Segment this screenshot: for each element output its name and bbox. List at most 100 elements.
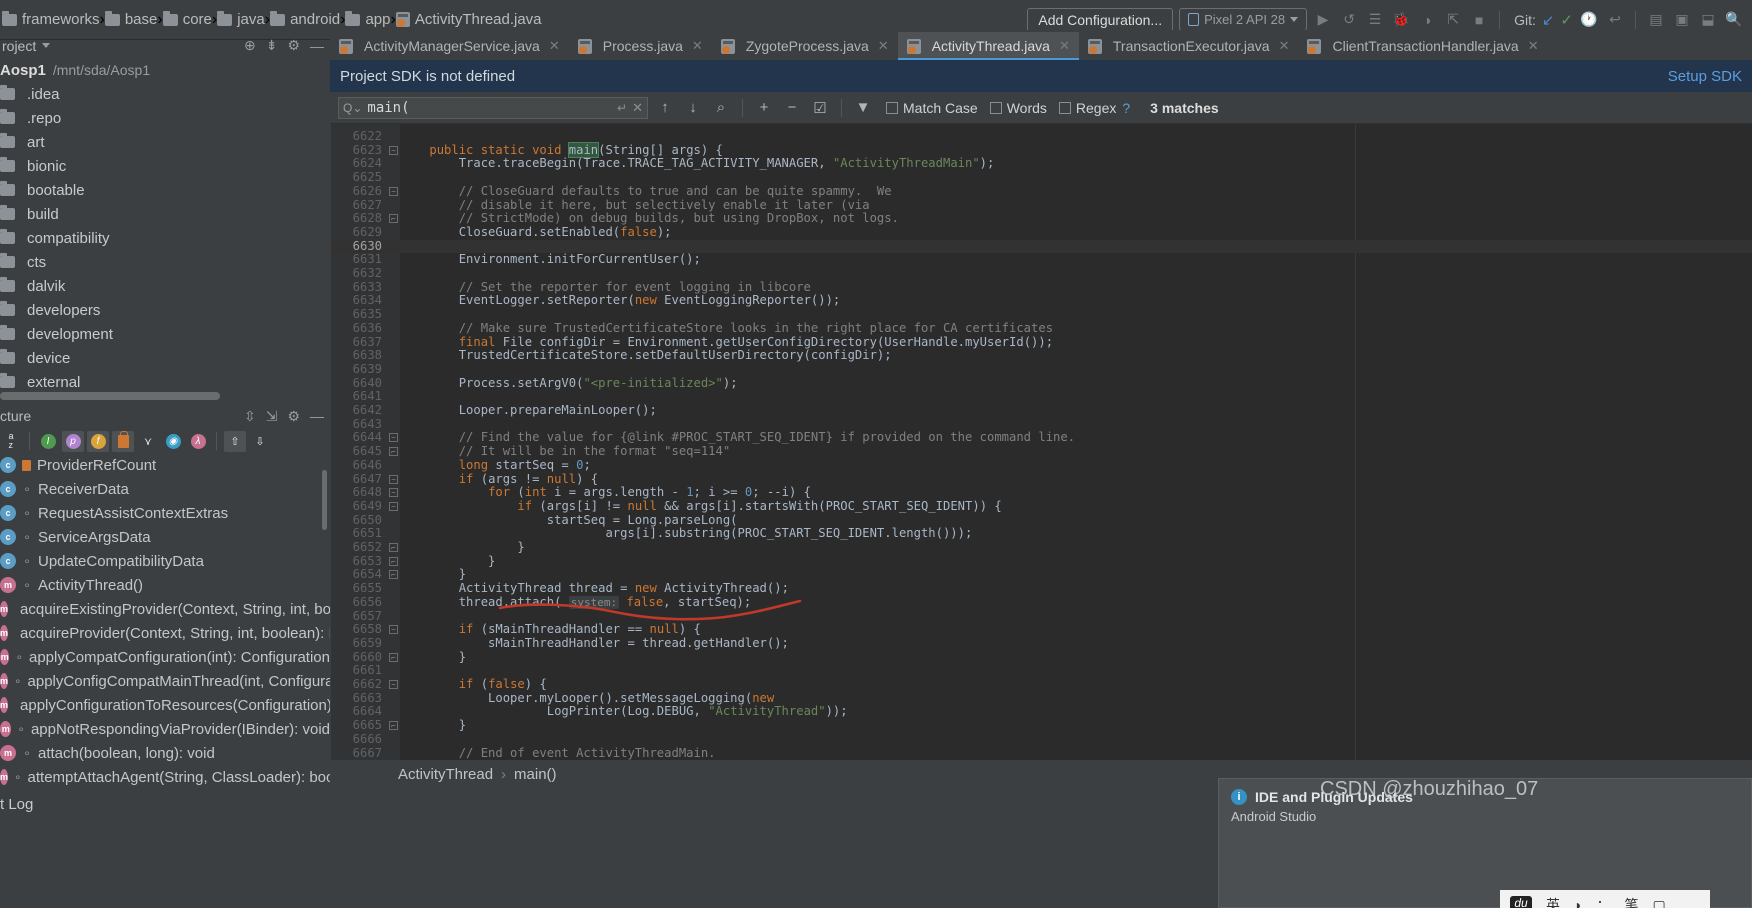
git-update-icon[interactable]: ↙	[1542, 11, 1555, 29]
code-line[interactable]: TrustedCertificateStore.setDefaultUserDi…	[400, 348, 892, 363]
structure-list-item[interactable]: m ∘ attach(boolean, long): void	[0, 741, 330, 765]
line-number[interactable]: 6623	[330, 143, 382, 158]
editor-tab-activitythread[interactable]: ActivityThread.java ✕	[897, 32, 1080, 60]
line-number[interactable]: 6658	[330, 622, 382, 637]
breadcrumb-item-activitythread-java[interactable]: ActivityThread.java	[395, 11, 542, 28]
attach-debugger-icon[interactable]: ◑	[1417, 10, 1437, 30]
close-tab-icon[interactable]: ✕	[549, 38, 560, 54]
code-line[interactable]: }	[400, 650, 466, 665]
code-editor[interactable]: 6622 6623− public static void main(String…	[330, 124, 1752, 760]
build-log-label[interactable]: t Log	[0, 790, 330, 813]
code-line[interactable]: EventLogger.setReporter(new EventLogging…	[400, 294, 841, 308]
line-number[interactable]: 6625	[330, 170, 382, 185]
breadcrumb-class[interactable]: ActivityThread	[398, 766, 493, 783]
line-number[interactable]: 6639	[330, 362, 382, 377]
project-root-node[interactable]: Aosp1/mnt/sda/Aosp1	[0, 58, 330, 82]
fold-end-icon[interactable]: ⌐	[389, 556, 398, 566]
search-input[interactable]: Q⌄ main( ↵ ✕	[338, 96, 648, 119]
structure-list-item[interactable]: m ∘ applyConfigCompatMainThread(int, Confi…	[0, 669, 330, 693]
fold-end-icon[interactable]: ⌐	[389, 214, 398, 224]
line-number[interactable]: 6648	[330, 485, 382, 500]
scroll-to-source-icon[interactable]: ⇩	[249, 431, 271, 452]
code-line[interactable]: // Find the value for {@link #PROC_START…	[400, 431, 1075, 445]
code-line[interactable]: // Set the reporter for event logging in…	[400, 280, 811, 295]
fold-collapse-icon[interactable]: −	[389, 625, 398, 635]
settings-gear-icon[interactable]: ⚙	[287, 408, 300, 425]
line-number[interactable]: 6667	[330, 746, 382, 761]
fold-end-icon[interactable]: ⌐	[389, 721, 398, 731]
stop-icon[interactable]: ■	[1469, 10, 1489, 30]
run-icon[interactable]: ▶	[1313, 10, 1333, 30]
project-tree-item[interactable]: .idea	[0, 82, 330, 106]
collapse-all-icon[interactable]: ⇟	[266, 37, 278, 54]
code-line[interactable]: Environment.initForCurrentUser();	[400, 252, 701, 267]
code-line[interactable]: // disable it here, but selectively enab…	[400, 198, 870, 213]
layout-inspector-icon[interactable]: ▤	[1646, 10, 1666, 30]
code-line[interactable]: args[i].substring(PROC_START_SEQ_IDENT.l…	[400, 526, 972, 541]
code-line[interactable]: ActivityThread thread = new ActivityThre…	[400, 581, 789, 596]
ime-punctuation-icon[interactable]: ：	[1596, 895, 1610, 908]
project-tree-item[interactable]: development	[0, 322, 330, 346]
line-number[interactable]: 6660	[330, 650, 382, 665]
close-tab-icon[interactable]: ✕	[1279, 38, 1290, 54]
clear-search-icon[interactable]: ✕	[632, 100, 643, 116]
line-number[interactable]: 6646	[330, 458, 382, 473]
editor-tab-process[interactable]: Process.java ✕	[569, 32, 712, 60]
profiler-icon[interactable]: ⇱	[1443, 10, 1463, 30]
close-tab-icon[interactable]: ✕	[1059, 38, 1070, 54]
line-number[interactable]: 6638	[330, 348, 382, 363]
project-tree-item[interactable]: bootable	[0, 178, 330, 202]
sort-by-visibility-icon[interactable]: I	[37, 431, 59, 452]
code-line[interactable]: // CloseGuard defaults to true and can b…	[400, 184, 892, 199]
line-number[interactable]: 6635	[330, 307, 382, 322]
project-tree-item[interactable]: developers	[0, 298, 330, 322]
structure-list-item[interactable]: m ∘ appNotRespondingViaProvider(IBinder): …	[0, 717, 330, 741]
line-number[interactable]: 6633	[330, 280, 382, 295]
ime-keyboard-icon[interactable]: ▢	[1652, 897, 1665, 908]
expand-all-icon[interactable]: ⇳	[244, 408, 256, 425]
find-next-icon[interactable]: ↓	[682, 97, 704, 119]
breadcrumb-item-base[interactable]: base	[104, 10, 157, 28]
line-number[interactable]: 6647	[330, 472, 382, 487]
code-line[interactable]: }	[400, 540, 524, 555]
structure-list-item[interactable]: m ∘ attemptAttachAgent(String, ClassLoader…	[0, 765, 330, 789]
project-tree-item[interactable]: .repo	[0, 106, 330, 130]
line-number[interactable]: 6664	[330, 705, 382, 719]
code-line[interactable]: }	[400, 554, 495, 569]
line-number[interactable]: 6622	[330, 129, 382, 144]
code-line[interactable]: long startSeq = 0;	[400, 458, 591, 473]
project-tree-item[interactable]: bionic	[0, 154, 330, 178]
structure-scrollbar[interactable]	[322, 470, 327, 530]
line-number[interactable]: 6634	[330, 294, 382, 308]
structure-list-item[interactable]: m applyConfigurationToResources(Configura…	[0, 693, 330, 717]
code-line[interactable]: // Make sure TrustedCertificateStore loo…	[400, 321, 1053, 336]
breadcrumb-item-frameworks[interactable]: frameworks	[2, 10, 100, 28]
code-line[interactable]: }	[400, 718, 466, 733]
git-commit-icon[interactable]: ✓	[1560, 11, 1573, 29]
close-tab-icon[interactable]: ✕	[692, 38, 703, 54]
project-tree[interactable]: Aosp1/mnt/sda/Aosp1 .idea .repo art bionic bo…	[0, 58, 330, 398]
line-number[interactable]: 6624	[330, 157, 382, 171]
add-occurrence-icon[interactable]: +	[753, 97, 775, 119]
code-line[interactable]: final File configDir = Environment.getUs…	[400, 335, 1053, 350]
line-number[interactable]: 6642	[330, 403, 382, 418]
match-case-checkbox[interactable]: Match Case	[886, 100, 978, 116]
rerun-icon[interactable]: ↺	[1339, 10, 1359, 30]
fold-collapse-icon[interactable]: −	[389, 433, 398, 443]
ime-handwriting-icon[interactable]: 笔	[1624, 895, 1638, 908]
words-checkbox[interactable]: Words	[989, 100, 1047, 116]
line-number[interactable]: 6661	[330, 664, 382, 678]
show-anonymous-icon[interactable]: ◉	[162, 431, 184, 452]
breadcrumb-method[interactable]: main()	[514, 766, 557, 783]
add-configuration-button[interactable]: Add Configuration...	[1027, 7, 1174, 32]
project-tree-item[interactable]: external	[0, 370, 330, 394]
structure-list-item[interactable]: c ∘ ServiceArgsData	[0, 525, 330, 549]
structure-list-item[interactable]: c ProviderRefCount	[0, 453, 330, 477]
find-prev-icon[interactable]: ↑	[654, 97, 676, 119]
breadcrumb-item-java[interactable]: java	[217, 10, 265, 28]
search-everywhere-icon[interactable]: 🔍	[1724, 10, 1744, 30]
structure-list-item[interactable]: c ∘ RequestAssistContextExtras	[0, 501, 330, 525]
regex-help-icon[interactable]: ?	[1122, 100, 1130, 116]
setup-sdk-link[interactable]: Setup SDK	[1668, 68, 1742, 85]
project-tree-item[interactable]: device	[0, 346, 330, 370]
